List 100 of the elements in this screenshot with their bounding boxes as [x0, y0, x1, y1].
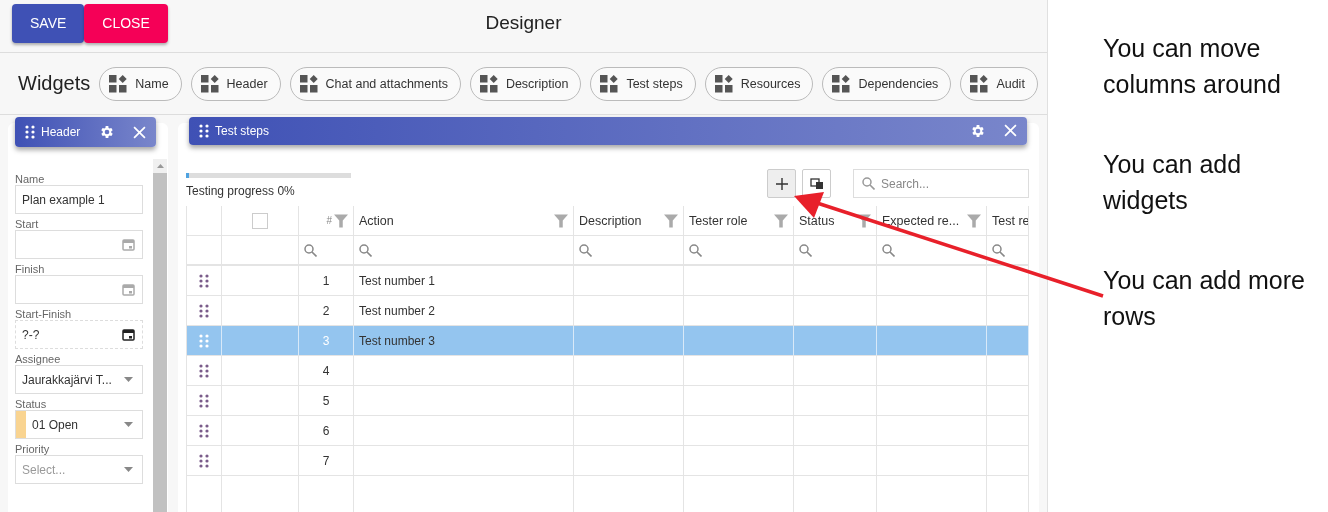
widget-chip[interactable]: Resources	[704, 66, 814, 101]
settings-icon[interactable]	[99, 124, 115, 140]
filter-field[interactable]	[877, 236, 987, 267]
settings-icon[interactable]	[970, 122, 986, 139]
grip-icon[interactable]	[25, 125, 35, 139]
filter-icon[interactable]	[664, 213, 678, 228]
caret-icon[interactable]	[124, 422, 133, 427]
widget-chip[interactable]: Test steps	[590, 66, 696, 101]
search-icon	[359, 243, 372, 257]
table-cell	[987, 386, 1029, 417]
widget-icon	[479, 74, 498, 93]
field-label: Priority	[15, 443, 51, 455]
table-cell	[987, 296, 1029, 327]
field-label: Assignee	[15, 353, 62, 365]
field-label: Status	[15, 398, 48, 410]
column-header[interactable]: #	[299, 206, 354, 237]
widget-icon	[109, 74, 128, 93]
widget-icon	[714, 74, 733, 93]
widget-icon	[832, 74, 851, 93]
table-cell: 7	[299, 446, 354, 477]
search-icon	[992, 243, 1005, 257]
caret-icon[interactable]	[124, 377, 133, 382]
scrollbar[interactable]	[153, 159, 167, 512]
text-field[interactable]: Plan example 1	[15, 185, 143, 214]
calendar-icon[interactable]	[122, 328, 135, 341]
filter-field[interactable]	[574, 236, 684, 267]
search-field[interactable]: Search...	[853, 169, 1029, 199]
drag-handle-icon[interactable]	[199, 273, 209, 288]
table-cell	[987, 416, 1029, 447]
annotation-text: You can move columns around	[1103, 33, 1282, 100]
table-cell: Test number 2	[354, 296, 574, 327]
widget-title: Test steps	[215, 123, 271, 138]
widget-icon	[970, 74, 989, 93]
scroll-up-icon[interactable]	[156, 164, 164, 168]
field-label: Name	[15, 173, 46, 185]
search-icon	[689, 243, 702, 257]
caret-icon[interactable]	[124, 467, 133, 472]
widget-chip[interactable]: Description	[469, 66, 582, 101]
widget-icon	[299, 74, 318, 93]
widget-chip[interactable]: Name	[99, 66, 182, 101]
progress-label: Testing progress 0%	[186, 184, 296, 199]
search-icon	[579, 243, 592, 257]
date-field[interactable]	[15, 275, 143, 304]
drag-handle-icon[interactable]	[199, 453, 209, 468]
widget-chip[interactable]: Audit	[960, 66, 1038, 101]
table-cell: 5	[299, 386, 354, 417]
widget-chip[interactable]: Dependencies	[822, 66, 952, 101]
select-field[interactable]: 01 Open	[15, 410, 143, 439]
table-cell	[987, 266, 1029, 297]
windows-icon	[809, 177, 824, 190]
select-field[interactable]: Jaurakkajärvi T...	[15, 365, 143, 394]
filter-field[interactable]	[684, 236, 794, 267]
select-all-checkbox[interactable]	[252, 212, 268, 229]
field-label: Start-Finish	[15, 308, 73, 320]
drag-handle-icon[interactable]	[199, 333, 209, 348]
annotation-text: You can add more rows	[1103, 265, 1306, 332]
close-icon[interactable]	[133, 125, 146, 139]
drag-handle-icon[interactable]	[199, 363, 209, 378]
search-icon	[799, 243, 812, 257]
filter-icon[interactable]	[967, 213, 981, 228]
widget-title: Header	[41, 125, 82, 139]
grip-icon[interactable]	[199, 123, 209, 138]
table-cell	[987, 356, 1029, 387]
add-row-button[interactable]	[767, 169, 796, 199]
column-header[interactable]: Tester role	[684, 206, 794, 237]
field-label: Start	[15, 218, 40, 230]
date-field[interactable]	[15, 230, 143, 259]
widget-icon	[200, 74, 219, 93]
filter-icon[interactable]	[857, 213, 871, 228]
table-cell	[987, 446, 1029, 477]
table-cell: Test number 1	[354, 266, 574, 297]
search-icon	[304, 243, 317, 257]
drag-handle-icon[interactable]	[199, 423, 209, 438]
widget-chip[interactable]: Header	[190, 66, 281, 101]
table-cell: 4	[299, 356, 354, 387]
filter-field[interactable]	[354, 236, 574, 267]
close-icon[interactable]	[1004, 124, 1017, 138]
table-cell: 2	[299, 296, 354, 327]
plus-icon	[775, 177, 788, 190]
filter-field[interactable]	[987, 236, 1029, 267]
filter-icon[interactable]	[334, 213, 348, 228]
page-title: Designer	[485, 12, 562, 34]
table-cell: 3	[299, 326, 354, 357]
field-label: Finish	[15, 263, 46, 275]
column-header[interactable]: Description	[574, 206, 684, 237]
date-field[interactable]: ?-?	[15, 320, 143, 349]
widget-chip[interactable]: Chat and attachments	[289, 66, 461, 101]
close-button[interactable]: CLOSE	[84, 3, 168, 43]
column-header[interactable]: Action	[354, 206, 574, 237]
filter-field[interactable]	[299, 236, 354, 267]
table-cell: Test number 3	[354, 326, 574, 357]
filter-field[interactable]	[794, 236, 877, 267]
filter-icon[interactable]	[554, 213, 568, 228]
table-cell: 6	[299, 416, 354, 447]
save-button[interactable]: SAVE	[12, 3, 85, 43]
drag-handle-icon[interactable]	[199, 393, 209, 408]
drag-handle-icon[interactable]	[199, 303, 209, 318]
filter-icon[interactable]	[774, 213, 788, 228]
column-header[interactable]: Expected re...	[877, 206, 987, 237]
widget-icon	[600, 74, 619, 93]
